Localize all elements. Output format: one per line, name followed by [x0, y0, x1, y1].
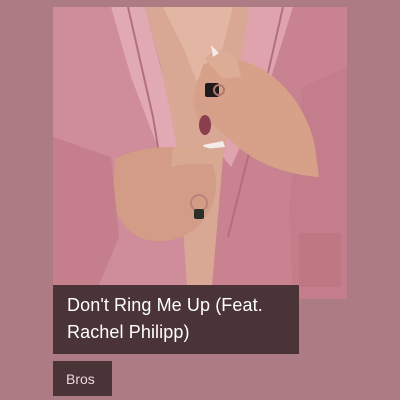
album-cover-photo — [53, 7, 347, 299]
track-title-label[interactable]: Don't Ring Me Up (Feat. Rachel Philipp) — [53, 285, 299, 354]
artist-label[interactable]: Bros — [53, 361, 112, 396]
artist-name: Bros — [66, 370, 95, 387]
music-track-card: Don't Ring Me Up (Feat. Rachel Philipp) … — [0, 0, 400, 400]
album-cover[interactable] — [53, 7, 347, 299]
track-title: Don't Ring Me Up (Feat. Rachel Philipp) — [67, 295, 263, 342]
